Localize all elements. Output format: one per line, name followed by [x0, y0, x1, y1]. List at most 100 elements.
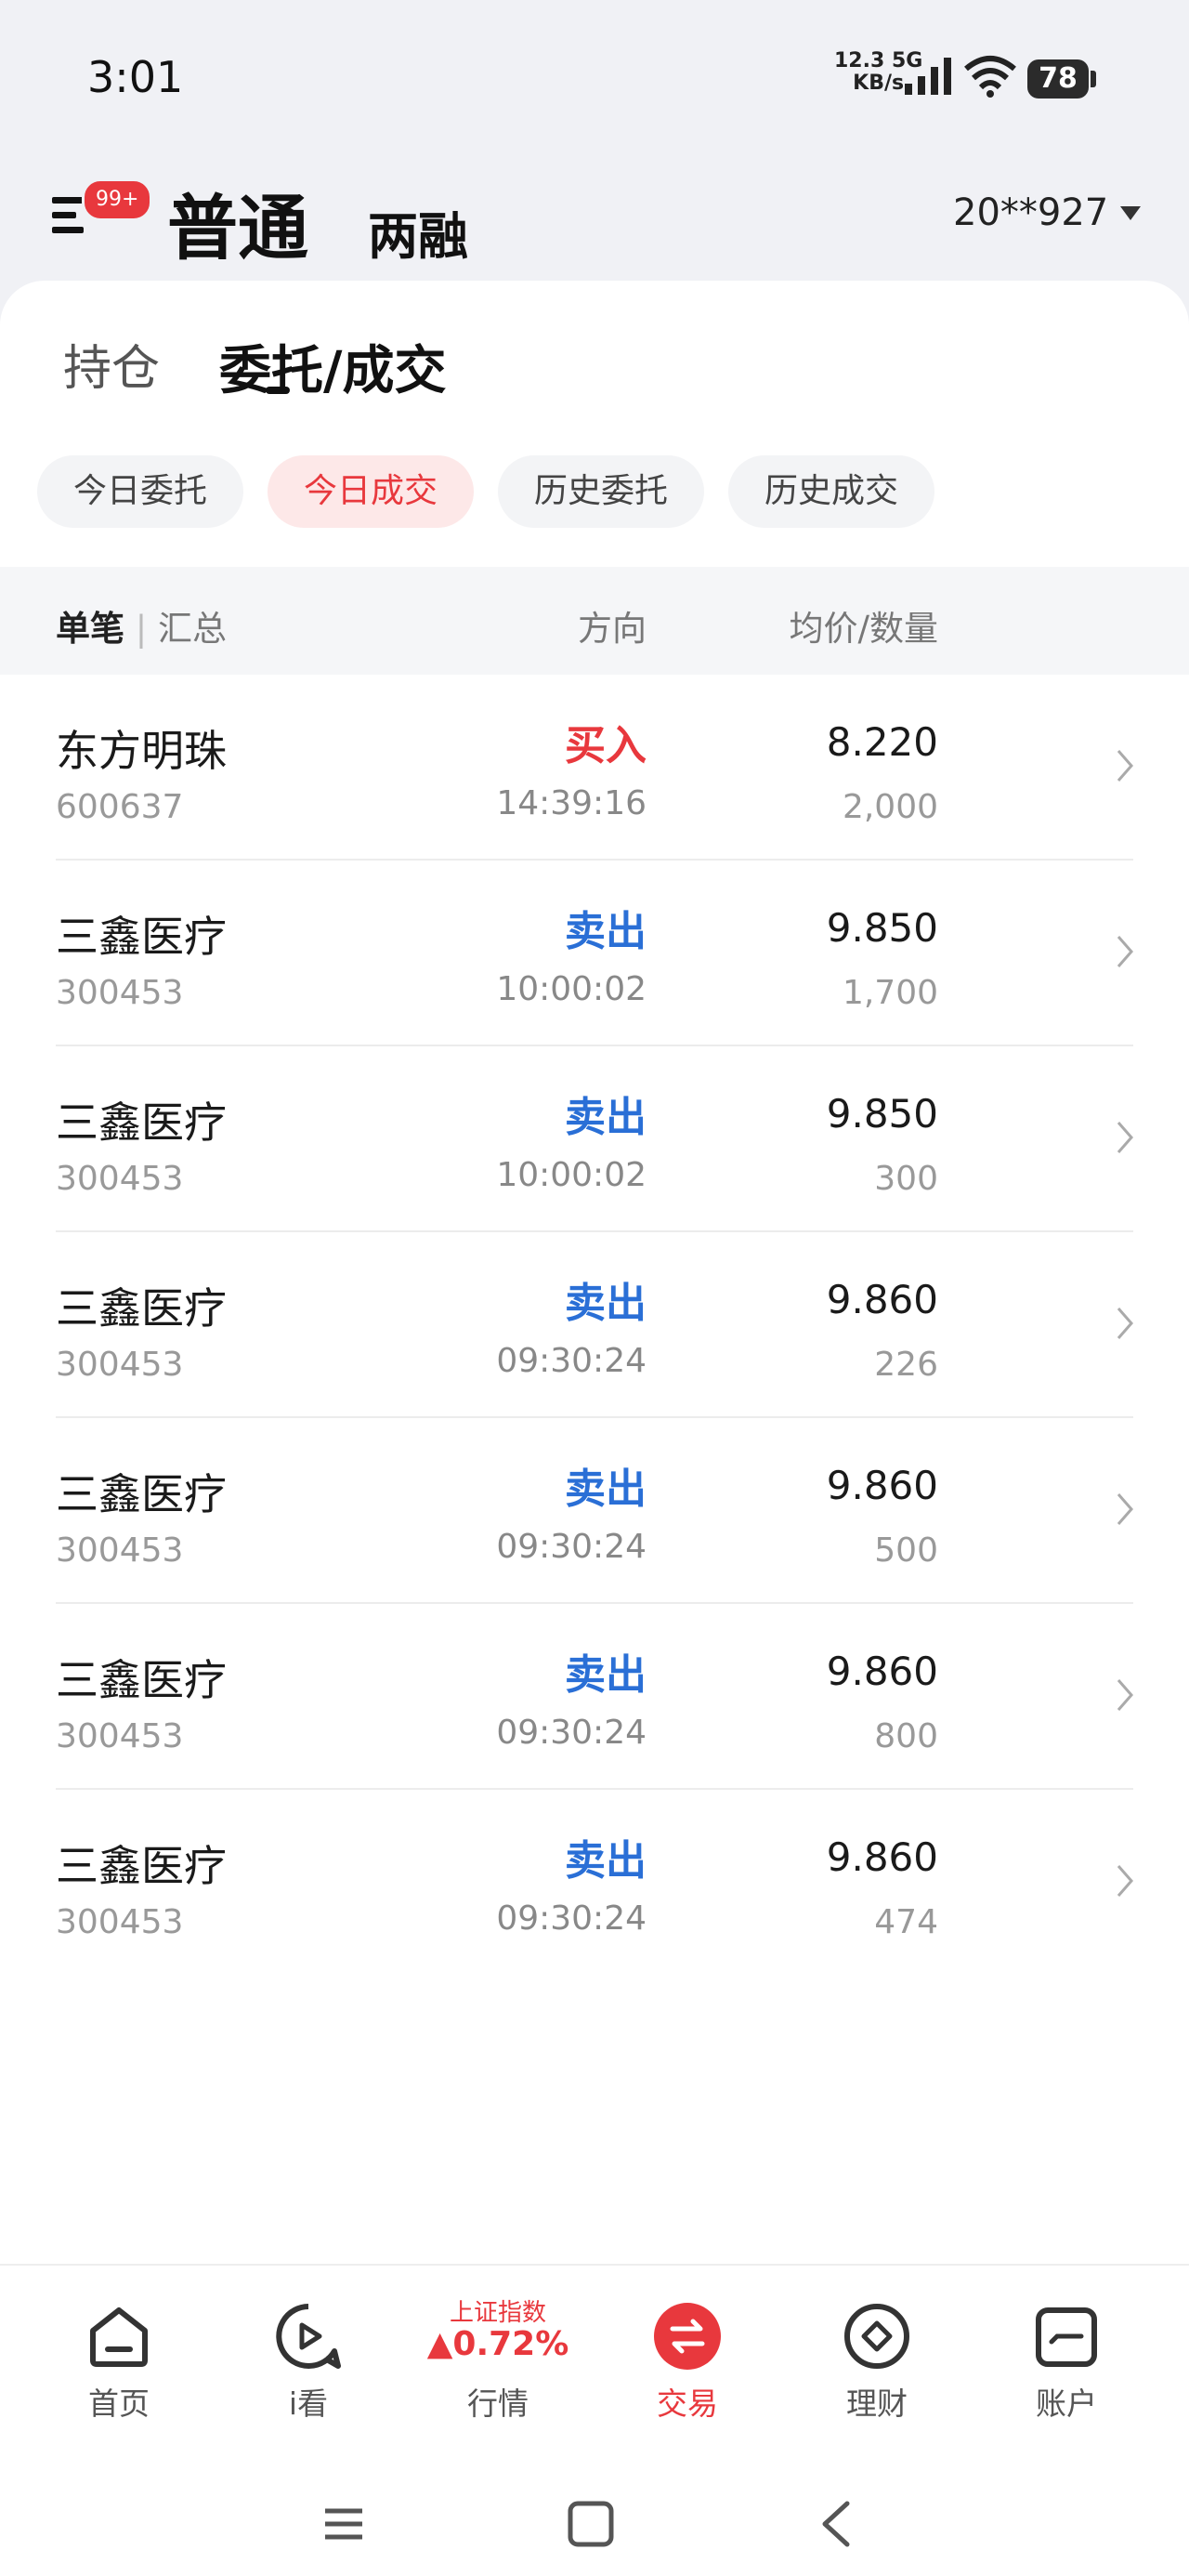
nav-watch[interactable]: i看 — [234, 2266, 383, 2470]
stock-code: 300453 — [56, 1346, 184, 1384]
nav-trade-label: 交易 — [657, 2385, 718, 2422]
view-toggle: 单笔 | 汇总 — [56, 600, 227, 651]
stock-name: 三鑫医疗 — [56, 1469, 227, 1519]
nav-account[interactable]: 账户 — [992, 2266, 1141, 2470]
finance-icon — [844, 2304, 909, 2369]
play-icon — [276, 2304, 341, 2369]
chevron-right-icon — [1117, 1493, 1133, 1525]
chip-today-trades[interactable]: 今日成交 — [268, 455, 474, 528]
trade-price: 9.850 — [826, 1091, 938, 1137]
wifi-icon — [964, 56, 1016, 98]
notification-badge: 99+ — [82, 178, 153, 221]
nav-market[interactable]: 上证指数 ▲0.72% 行情 — [424, 2266, 572, 2470]
trade-price: 8.220 — [826, 719, 938, 765]
trade-direction: 卖出 — [565, 1465, 647, 1513]
trade-time: 10:00:02 — [496, 970, 647, 1008]
chevron-right-icon — [1117, 750, 1133, 782]
active-tab-indicator — [266, 387, 290, 394]
account-selector[interactable]: 20**927 — [953, 191, 1108, 234]
trade-time: 09:30:24 — [496, 1714, 647, 1752]
toggle-single[interactable]: 单笔 — [56, 609, 124, 649]
market-index-name: 上证指数 — [449, 2299, 546, 2327]
trade-quantity: 300 — [874, 1160, 938, 1198]
trade-time: 14:39:16 — [496, 784, 647, 822]
nav-watch-label: i看 — [288, 2385, 329, 2422]
column-direction: 方向 — [578, 609, 647, 649]
trade-direction: 卖出 — [565, 1651, 647, 1699]
nav-home[interactable]: 首页 — [45, 2266, 193, 2470]
table-header: 单笔 | 汇总 方向 均价/数量 — [0, 567, 1189, 675]
trade-direction: 买入 — [565, 722, 647, 769]
tab-orders-trades[interactable]: 委托/成交 — [219, 329, 446, 404]
home-button-icon[interactable] — [563, 2496, 619, 2552]
table-row[interactable]: 三鑫医疗 300453 卖出 10:00:02 9.850 300 — [0, 1046, 1189, 1232]
status-time: 3:01 — [87, 52, 184, 102]
stock-name: 三鑫医疗 — [56, 1655, 227, 1705]
table-row[interactable]: 三鑫医疗 300453 卖出 09:30:24 9.860 226 — [0, 1232, 1189, 1418]
trade-direction: 卖出 — [565, 1837, 647, 1885]
system-nav-bar — [0, 2468, 1189, 2576]
trade-quantity: 2,000 — [842, 788, 938, 826]
trade-price: 9.860 — [826, 1649, 938, 1694]
signal-icon — [905, 58, 951, 95]
table-row[interactable]: 三鑫医疗 300453 卖出 10:00:02 9.850 1,700 — [0, 861, 1189, 1046]
home-icon — [90, 2307, 148, 2367]
bottom-nav: 首页 i看 上证指数 ▲0.72% 行情 交易 理财 账户 — [0, 2264, 1189, 2470]
chip-history-orders[interactable]: 历史委托 — [498, 455, 704, 528]
nav-finance-label: 理财 — [846, 2385, 908, 2422]
caret-down-icon[interactable] — [1120, 206, 1141, 220]
trade-price: 9.850 — [826, 905, 938, 951]
market-index-change: ▲0.72% — [426, 2325, 569, 2363]
nav-finance[interactable]: 理财 — [803, 2266, 951, 2470]
recent-apps-icon[interactable] — [316, 2496, 372, 2552]
trade-price: 9.860 — [826, 1277, 938, 1322]
exchange-icon — [654, 2303, 721, 2370]
nav-trade[interactable]: 交易 — [613, 2266, 762, 2470]
trade-direction: 卖出 — [565, 1280, 647, 1327]
stock-code: 300453 — [56, 1531, 184, 1570]
nav-market-label: 行情 — [467, 2385, 529, 2422]
nav-account-label: 账户 — [1036, 2385, 1097, 2422]
stock-code: 300453 — [56, 1160, 184, 1198]
chip-today-orders[interactable]: 今日委托 — [37, 455, 243, 528]
stock-code: 300453 — [56, 1717, 184, 1755]
stock-code: 300453 — [56, 1903, 184, 1941]
stock-code: 600637 — [56, 788, 184, 826]
toggle-summary[interactable]: 汇总 — [158, 609, 227, 649]
tab-normal[interactable]: 普通 — [167, 171, 308, 273]
stock-name: 三鑫医疗 — [56, 1097, 227, 1148]
battery-tip — [1091, 71, 1096, 87]
nav-home-label: 首页 — [88, 2385, 150, 2422]
stock-name: 三鑫医疗 — [56, 1283, 227, 1334]
chip-history-trades[interactable]: 历史成交 — [728, 455, 934, 528]
chevron-right-icon — [1117, 1308, 1133, 1339]
trade-time: 10:00:02 — [496, 1156, 647, 1194]
stock-code: 300453 — [56, 974, 184, 1012]
chevron-right-icon — [1117, 936, 1133, 967]
tab-margin[interactable]: 两融 — [368, 195, 468, 269]
trade-quantity: 226 — [874, 1346, 938, 1384]
column-price-qty: 均价/数量 — [789, 609, 938, 649]
table-row[interactable]: 三鑫医疗 300453 卖出 09:30:24 9.860 474 — [0, 1790, 1189, 1976]
trade-direction: 卖出 — [565, 908, 647, 955]
battery-icon: 78 — [1027, 59, 1089, 99]
account-icon — [1036, 2307, 1097, 2367]
tab-holdings[interactable]: 持仓 — [63, 329, 160, 399]
trade-time: 09:30:24 — [496, 1342, 647, 1380]
trade-quantity: 474 — [874, 1903, 938, 1941]
chevron-right-icon — [1117, 1679, 1133, 1711]
trade-direction: 卖出 — [565, 1094, 647, 1141]
app-header: 99+ 普通 两融 20**927 — [0, 158, 1189, 279]
table-row[interactable]: 三鑫医疗 300453 卖出 09:30:24 9.860 500 — [0, 1418, 1189, 1604]
table-row[interactable]: 东方明珠 600637 买入 14:39:16 8.220 2,000 — [0, 675, 1189, 861]
table-row[interactable]: 三鑫医疗 300453 卖出 09:30:24 9.860 800 — [0, 1604, 1189, 1790]
trade-time: 09:30:24 — [496, 1528, 647, 1566]
main-panel: 持仓 委托/成交 今日委托 今日成交 历史委托 历史成交 单笔 | 汇总 方向 … — [0, 281, 1189, 2264]
chevron-right-icon — [1117, 1122, 1133, 1153]
trade-time: 09:30:24 — [496, 1899, 647, 1938]
toggle-separator: | — [124, 609, 158, 649]
chevron-right-icon — [1117, 1865, 1133, 1897]
back-icon[interactable] — [810, 2496, 866, 2552]
stock-name: 三鑫医疗 — [56, 1841, 227, 1891]
stock-name: 东方明珠 — [56, 726, 227, 776]
